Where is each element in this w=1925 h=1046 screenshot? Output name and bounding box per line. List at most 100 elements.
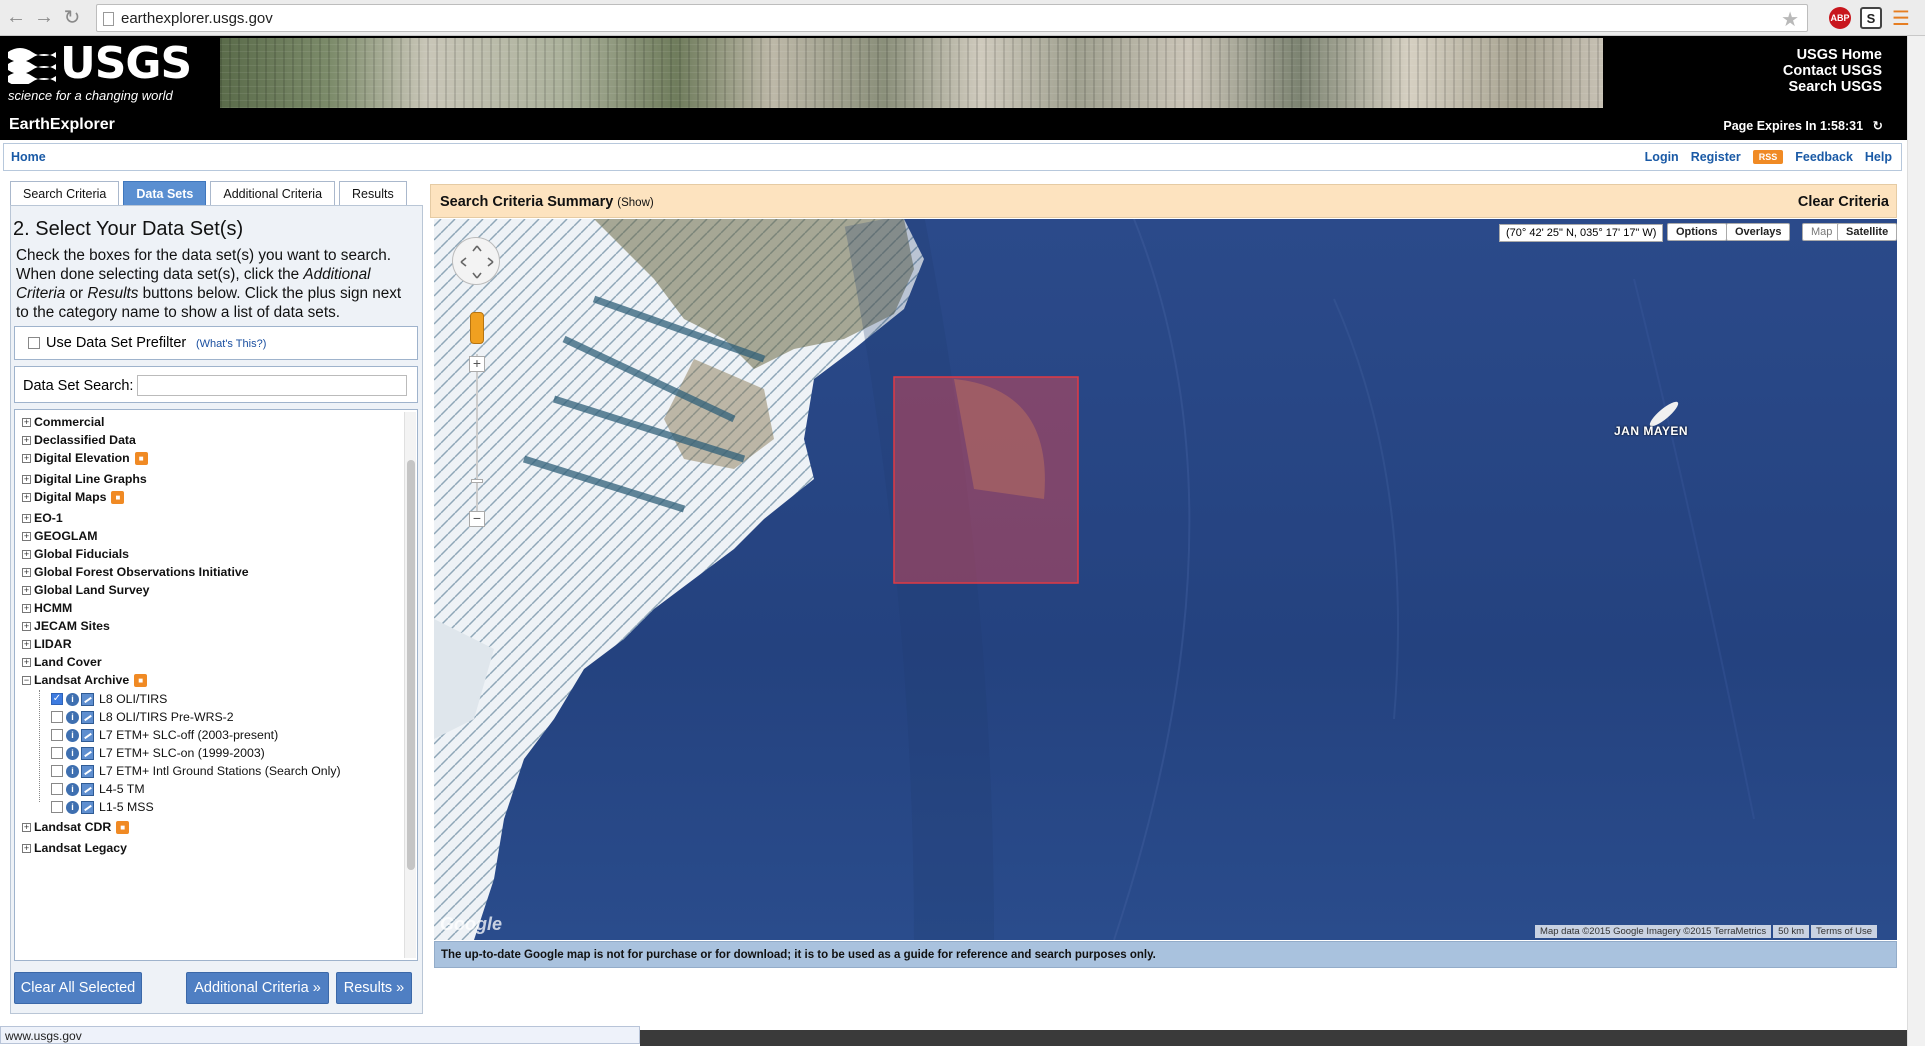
- data-set-checkbox[interactable]: [51, 801, 63, 813]
- results-button[interactable]: Results »: [336, 972, 412, 1004]
- data-set-checkbox[interactable]: [51, 711, 63, 723]
- footprint-icon[interactable]: [81, 692, 94, 706]
- category-label[interactable]: Global Land Survey: [34, 583, 149, 597]
- contact-usgs-link[interactable]: Contact USGS: [1783, 63, 1882, 79]
- category-row[interactable]: + Declassified Data: [15, 430, 136, 450]
- zoom-out-button[interactable]: −: [469, 511, 485, 527]
- search-usgs-link[interactable]: Search USGS: [1783, 79, 1883, 95]
- category-row[interactable]: + Global Fiducials: [15, 544, 129, 564]
- expand-icon[interactable]: +: [22, 549, 31, 559]
- collapse-icon[interactable]: −: [22, 675, 31, 685]
- tree-scrollbar-thumb[interactable]: [407, 460, 415, 870]
- expand-icon[interactable]: +: [22, 513, 31, 523]
- category-label[interactable]: Landsat Legacy: [34, 841, 127, 855]
- address-bar[interactable]: earthexplorer.usgs.gov ★: [96, 4, 1808, 32]
- category-label[interactable]: GEOGLAM: [34, 529, 98, 543]
- expand-icon[interactable]: +: [22, 822, 31, 832]
- category-label[interactable]: Digital Line Graphs: [34, 472, 147, 486]
- data-set-checkbox[interactable]: [51, 729, 63, 741]
- clear-criteria-link[interactable]: Clear Criteria: [1798, 194, 1889, 210]
- usgs-logo[interactable]: USGS science for a changing world: [8, 42, 192, 103]
- category-label[interactable]: Digital Maps: [34, 490, 106, 504]
- expand-icon[interactable]: +: [22, 639, 31, 649]
- browser-menu-icon[interactable]: ☰: [1890, 7, 1912, 30]
- category-row[interactable]: + Commercial: [15, 412, 104, 432]
- expand-icon[interactable]: +: [22, 567, 31, 577]
- usgs-home-link[interactable]: USGS Home: [1783, 47, 1882, 63]
- zoom-in-button[interactable]: +: [469, 356, 485, 372]
- category-row[interactable]: + Global Land Survey: [15, 580, 149, 600]
- category-row[interactable]: + Digital Line Graphs: [15, 469, 147, 489]
- category-label[interactable]: Global Fiducials: [34, 547, 129, 561]
- data-set-checkbox[interactable]: [51, 783, 63, 795]
- category-label[interactable]: HCMM: [34, 601, 72, 615]
- category-row[interactable]: + EO-1: [15, 508, 63, 528]
- map-type-map-button[interactable]: Map: [1802, 223, 1842, 241]
- forward-icon[interactable]: →: [32, 6, 56, 30]
- bookmark-star-icon[interactable]: ★: [1781, 7, 1799, 32]
- category-label[interactable]: Digital Elevation: [34, 451, 130, 465]
- summary-show-link[interactable]: (Show): [617, 197, 653, 209]
- info-icon[interactable]: i: [66, 782, 79, 796]
- category-row[interactable]: + JECAM Sites: [15, 616, 110, 636]
- prefilter-checkbox[interactable]: [28, 337, 40, 349]
- adblock-extension-icon[interactable]: ABP: [1829, 7, 1851, 29]
- expand-icon[interactable]: +: [22, 657, 31, 667]
- data-set-checkbox[interactable]: [51, 747, 63, 759]
- help-link[interactable]: Help: [1865, 150, 1892, 164]
- expand-icon[interactable]: +: [22, 474, 31, 484]
- category-label[interactable]: Land Cover: [34, 655, 102, 669]
- info-icon[interactable]: i: [66, 728, 79, 742]
- zoom-slider-track[interactable]: [476, 354, 478, 514]
- category-row[interactable]: + HCMM: [15, 598, 72, 618]
- tab-data-sets[interactable]: Data Sets: [123, 181, 207, 205]
- street-view-pegman-icon[interactable]: [470, 312, 484, 344]
- pan-control[interactable]: [452, 237, 500, 285]
- footprint-icon[interactable]: [81, 746, 94, 760]
- footprint-icon[interactable]: [81, 782, 94, 796]
- info-badge-icon[interactable]: ■: [111, 490, 125, 504]
- refresh-icon[interactable]: ↻: [1873, 118, 1883, 133]
- info-badge-icon[interactable]: ■: [134, 673, 148, 687]
- expand-icon[interactable]: +: [22, 435, 31, 445]
- category-label[interactable]: LIDAR: [34, 637, 72, 651]
- expand-icon[interactable]: +: [22, 585, 31, 595]
- home-link[interactable]: Home: [11, 150, 46, 164]
- category-row[interactable]: + Digital Elevation ■: [15, 448, 148, 468]
- terms-of-use-link[interactable]: Terms of Use: [1811, 925, 1877, 938]
- map-overlays-button[interactable]: Overlays: [1726, 223, 1791, 241]
- category-row[interactable]: + LIDAR: [15, 634, 72, 654]
- tab-search-criteria[interactable]: Search Criteria: [10, 181, 120, 205]
- category-label[interactable]: Landsat Archive: [34, 673, 129, 687]
- tab-additional-criteria[interactable]: Additional Criteria: [210, 181, 336, 205]
- info-icon[interactable]: i: [66, 710, 79, 724]
- zoom-slider-handle[interactable]: [471, 479, 483, 483]
- info-icon[interactable]: i: [66, 800, 79, 814]
- back-icon[interactable]: ←: [4, 6, 28, 30]
- expand-icon[interactable]: +: [22, 453, 31, 463]
- category-row[interactable]: + Landsat CDR ■: [15, 817, 130, 837]
- map-view[interactable]: + − (70° 42' 25" N, 035° 17' 17" W) Opti…: [434, 219, 1897, 940]
- rss-icon[interactable]: RSS: [1752, 150, 1784, 164]
- category-label[interactable]: Declassified Data: [34, 433, 136, 447]
- category-row[interactable]: + Digital Maps ■: [15, 487, 125, 507]
- footprint-icon[interactable]: [81, 764, 94, 778]
- category-label[interactable]: JECAM Sites: [34, 619, 110, 633]
- info-badge-icon[interactable]: ■: [134, 451, 148, 465]
- category-label[interactable]: Global Forest Observations Initiative: [34, 565, 249, 579]
- category-row[interactable]: + Global Forest Observations Initiative: [15, 562, 249, 582]
- data-set-checkbox[interactable]: [51, 765, 63, 777]
- expand-icon[interactable]: +: [22, 621, 31, 631]
- expand-icon[interactable]: +: [22, 417, 31, 427]
- data-set-checkbox[interactable]: ✓: [51, 693, 63, 705]
- expand-icon[interactable]: +: [22, 531, 31, 541]
- map-type-satellite-button[interactable]: Satellite: [1837, 223, 1897, 241]
- page-scrollbar[interactable]: [1907, 36, 1925, 1046]
- footprint-icon[interactable]: [81, 800, 94, 814]
- category-row[interactable]: + Land Cover: [15, 652, 102, 672]
- map-options-button[interactable]: Options: [1667, 223, 1727, 241]
- category-label[interactable]: Landsat CDR: [34, 820, 111, 834]
- category-label[interactable]: Commercial: [34, 415, 104, 429]
- expand-icon[interactable]: +: [22, 603, 31, 613]
- category-label[interactable]: EO-1: [34, 511, 63, 525]
